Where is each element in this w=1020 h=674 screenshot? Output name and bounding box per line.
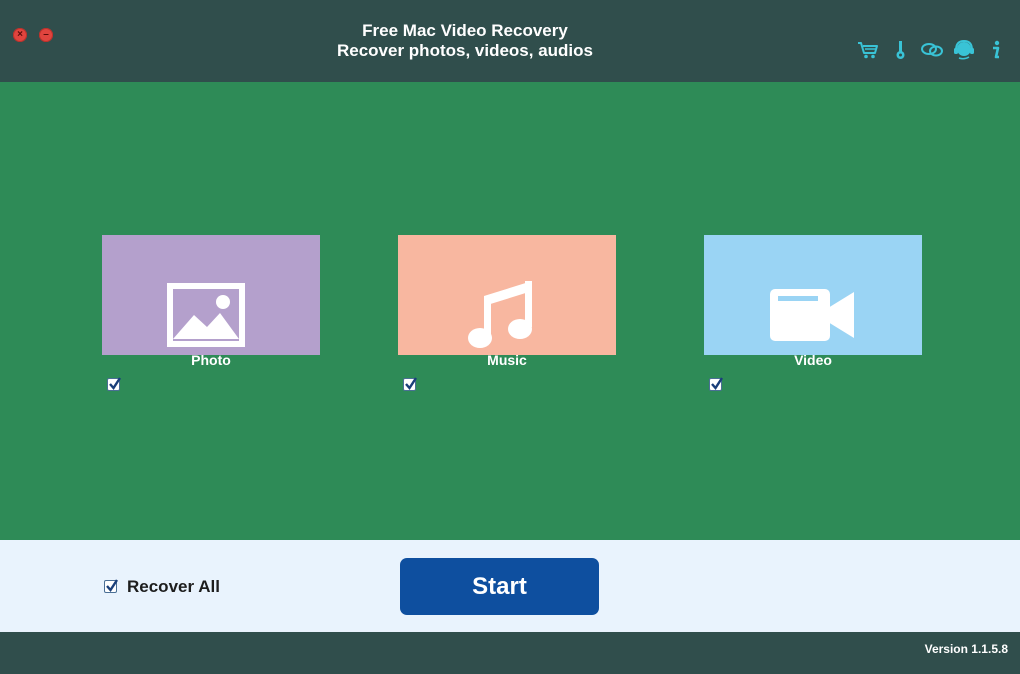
- photo-label: Photo: [191, 352, 231, 368]
- version-text: Version 1.1.5.8: [924, 642, 1008, 656]
- app-title: Free Mac Video Recovery: [362, 21, 568, 40]
- support-icon[interactable]: [952, 38, 976, 62]
- toolbar-icons: [856, 38, 1008, 62]
- checkmark-icon: [711, 377, 724, 390]
- video-checkbox[interactable]: [709, 377, 724, 391]
- photo-card-art: [102, 235, 320, 355]
- photo-checkbox[interactable]: [107, 377, 122, 391]
- file-type-panel: Photo Music Video: [0, 82, 1020, 540]
- video-label: Video: [794, 352, 832, 368]
- cart-icon[interactable]: [856, 38, 880, 62]
- checkmark-icon: [109, 377, 122, 390]
- key-icon[interactable]: [888, 38, 912, 62]
- feedback-icon[interactable]: [920, 38, 944, 62]
- video-card-art: [704, 235, 922, 355]
- recover-all-checkbox[interactable]: [104, 579, 119, 593]
- action-bar: Recover All Start: [0, 540, 1020, 632]
- checkmark-icon: [405, 377, 418, 390]
- app-subtitle: Recover photos, videos, audios: [336, 41, 593, 60]
- recover-all-label: Recover All: [127, 577, 220, 596]
- music-card-art: [398, 235, 616, 355]
- video-card[interactable]: Video: [704, 235, 922, 397]
- photo-card[interactable]: Photo: [102, 235, 320, 397]
- start-button[interactable]: Start: [400, 558, 599, 615]
- info-icon[interactable]: [984, 38, 1008, 62]
- checkmark-icon: [106, 579, 119, 592]
- music-label: Music: [487, 352, 527, 368]
- status-bar: Version 1.1.5.8: [0, 632, 1020, 674]
- music-card[interactable]: Music: [398, 235, 616, 397]
- music-checkbox[interactable]: [403, 377, 418, 391]
- title-bar: × – Free Mac Video Recovery Recover phot…: [0, 0, 1020, 82]
